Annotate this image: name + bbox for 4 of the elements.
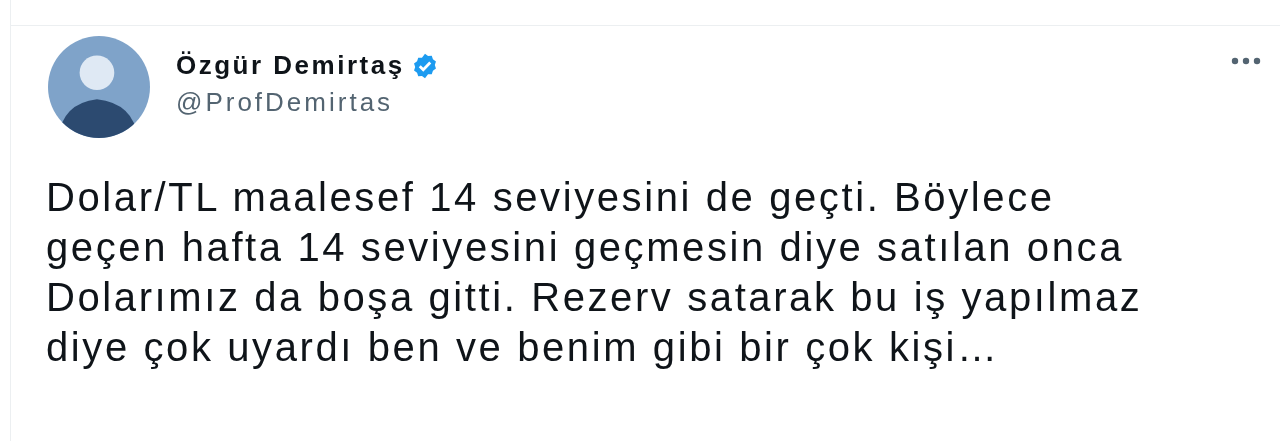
tweet-text: Dolar/TL maalesef 14 seviyesini de geçti. Böylece geçen hafta 14 seviyesini geçmesin diye satılan onca Dolarımız da boşa gitti. Rezerv satarak bu iş yapılmaz diye çok uyardı ben ve benim gibi bir çok kişi… (46, 174, 1144, 371)
author-handle[interactable]: @ProfDemirtas (176, 87, 439, 118)
author-name[interactable]: Özgür Demirtaş (176, 50, 405, 81)
more-options-icon[interactable] (1230, 56, 1262, 66)
